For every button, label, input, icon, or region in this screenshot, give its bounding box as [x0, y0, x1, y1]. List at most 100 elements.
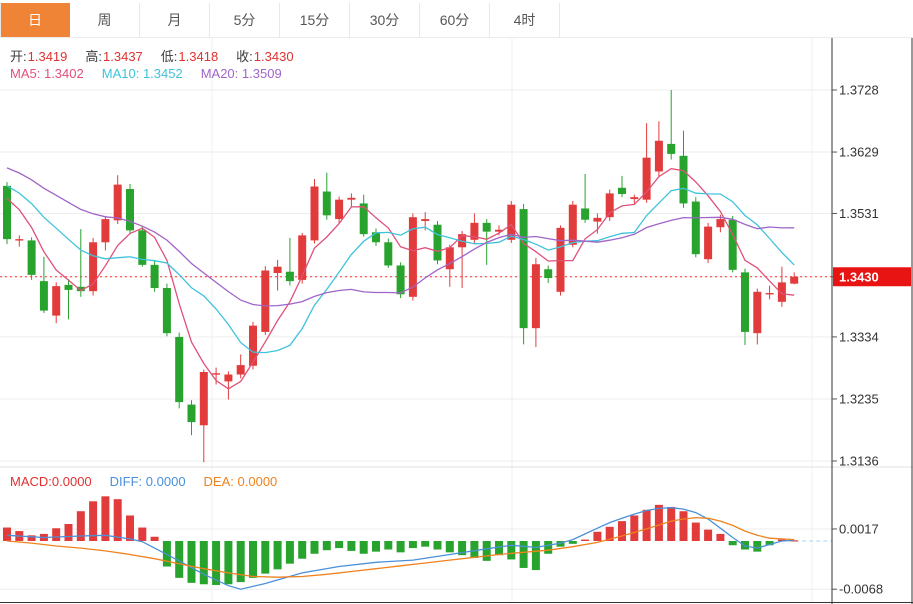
open-label: 开: [10, 49, 27, 64]
macd-histogram-bar [274, 541, 282, 569]
price-axis-label: 1.3728 [839, 83, 879, 98]
close-label: 收: [236, 49, 253, 64]
macd-histogram-bar [655, 505, 663, 541]
macd-histogram-bar [667, 507, 675, 541]
high-label: 高: [85, 49, 102, 64]
low-label: 低: [161, 49, 178, 64]
candle-body [446, 247, 454, 269]
candle-body [126, 189, 134, 230]
candle-body [15, 239, 23, 240]
tab-30min[interactable]: 30分 [350, 3, 420, 37]
macd-histogram-bar [323, 541, 331, 550]
candle-body [544, 269, 552, 278]
open-value: 1.3419 [28, 49, 68, 64]
candle-body [249, 326, 257, 366]
macd-histogram-bar [618, 521, 626, 541]
macd-histogram-bar [101, 496, 109, 541]
candle-body [618, 188, 626, 194]
macd-histogram-bar [360, 541, 368, 554]
candle-body [778, 282, 786, 301]
macd-histogram-bar [593, 532, 601, 541]
close-value: 1.3430 [254, 49, 294, 64]
macd-histogram-bar [483, 541, 491, 561]
chart-canvas[interactable]: 1.37281.36291.35311.34301.33341.32351.31… [0, 38, 913, 604]
macd-histogram-bar [643, 510, 651, 541]
candle-body [716, 219, 724, 227]
diff-readout: DIFF: 0.0000 [110, 474, 186, 489]
candle-body [101, 219, 109, 242]
ma20-readout: MA20: 1.3509 [201, 66, 282, 81]
candle-body [28, 240, 36, 274]
candle-body [569, 205, 577, 245]
candle-body [237, 365, 245, 374]
macd-histogram-bar [126, 515, 134, 541]
price-axis-label: 1.3136 [839, 453, 879, 468]
tab-day[interactable]: 日 [0, 3, 70, 37]
candle-body [175, 337, 183, 402]
tab-week[interactable]: 周 [70, 3, 140, 37]
macd-histogram-bar [114, 499, 122, 541]
macd-histogram-bar [569, 541, 577, 544]
candle-body [557, 228, 565, 292]
candle-body [630, 197, 638, 199]
macd-histogram-bar [200, 541, 208, 584]
macd-histogram-bar [434, 541, 442, 550]
macd-histogram-bar [224, 541, 232, 584]
candle-body [212, 373, 220, 374]
macd-axis-label: 0.0017 [839, 521, 879, 536]
price-axis-label: 1.3235 [839, 391, 879, 406]
low-value: 1.3418 [178, 49, 218, 64]
tab-15min[interactable]: 15分 [280, 3, 350, 37]
candle-body [397, 265, 405, 294]
candle-body [335, 200, 343, 219]
candle-body [114, 185, 122, 221]
candle-body [311, 187, 319, 241]
macd-histogram-bar [716, 534, 724, 541]
candle-body [643, 158, 651, 200]
macd-histogram-bar [692, 523, 700, 541]
macd-histogram-bar [729, 541, 737, 545]
candle-body [360, 203, 368, 234]
macd-legend: MACD:0.0000 DIFF: 0.0000 DEA: 0.0000 [10, 474, 295, 489]
macd-histogram-bar [138, 528, 146, 541]
candle-body [655, 141, 663, 172]
tab-month[interactable]: 月 [140, 3, 210, 37]
macd-histogram-bar [704, 530, 712, 541]
macd-histogram-bar [151, 537, 159, 541]
macd-histogram-bar [384, 541, 392, 550]
tab-4hour[interactable]: 4时 [490, 3, 560, 37]
candle-body [532, 264, 540, 328]
candle-body [163, 288, 171, 333]
candle-body [347, 198, 355, 200]
macd-histogram-bar [581, 540, 589, 541]
ma10-readout: MA10: 1.3452 [102, 66, 183, 81]
timeframe-tab-bar: 日周月5分15分30分60分4时 [0, 0, 913, 38]
macd-histogram-bar [298, 541, 306, 559]
ma-legend: MA5: 1.3402MA10: 1.3452MA20: 1.3509 [10, 66, 300, 81]
ohlc-legend: 开:1.3419高:1.3437低:1.3418收:1.3430 [10, 46, 312, 65]
macd-histogram-bar [630, 515, 638, 541]
candle-body [298, 235, 306, 279]
candle-body [151, 265, 159, 288]
candle-body [741, 272, 749, 332]
candle-body [483, 223, 491, 232]
macd-histogram-bar [753, 541, 761, 552]
candle-body [434, 225, 442, 261]
candle-body [593, 218, 601, 222]
candle-body [790, 277, 798, 284]
candle-body [323, 192, 331, 216]
tab-5min[interactable]: 5分 [210, 3, 280, 37]
macd-histogram-bar [249, 541, 257, 578]
macd-histogram-bar [65, 524, 73, 541]
tab-60min[interactable]: 60分 [420, 3, 490, 37]
macd-histogram-bar [680, 511, 688, 541]
macd-axis-label: -0.0068 [839, 582, 883, 597]
macd-histogram-bar [237, 541, 245, 582]
macd-readout: MACD:0.0000 [10, 474, 92, 489]
price-axis-label: 1.3629 [839, 145, 879, 160]
macd-histogram-bar [507, 541, 515, 559]
dea-readout: DEA: 0.0000 [204, 474, 278, 489]
macd-histogram-bar [347, 541, 355, 551]
macd-histogram-bar [397, 541, 405, 552]
macd-histogram-bar [470, 541, 478, 558]
